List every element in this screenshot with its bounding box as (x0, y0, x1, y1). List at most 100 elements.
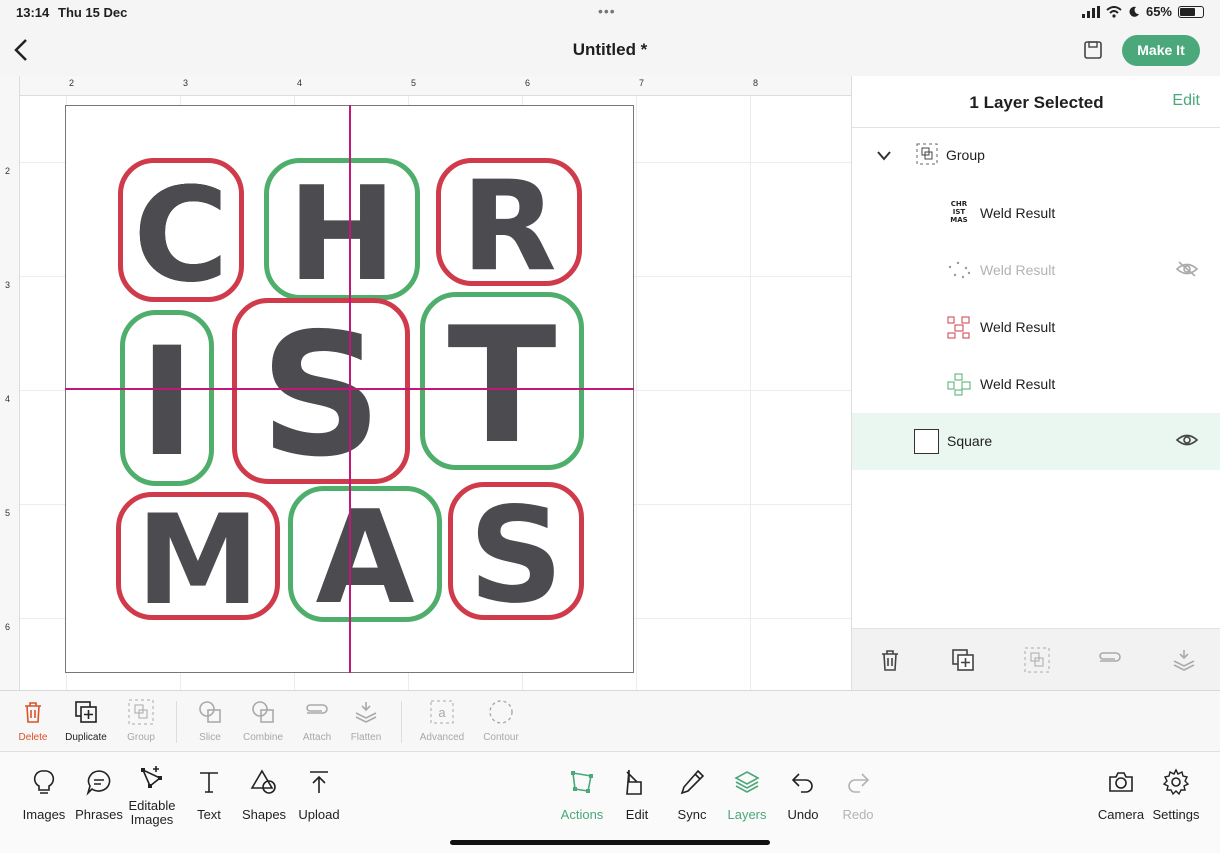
multitask-dots-icon[interactable]: ••• (598, 3, 616, 19)
layer-row-weld-1[interactable]: CHR IST MAS Weld Result (852, 185, 1220, 242)
chevron-down-icon[interactable] (876, 150, 892, 162)
redo-label: Redo (842, 807, 874, 822)
letter-t[interactable]: T (420, 292, 584, 475)
layer-label: Weld Result (980, 376, 1056, 392)
ruler-mark: 3 (183, 78, 189, 88)
layers-edit-button[interactable]: Edit (1172, 92, 1200, 110)
advanced-icon: a (430, 700, 454, 724)
contour-button[interactable]: Contour (473, 699, 529, 743)
battery-icon (1178, 5, 1204, 18)
layer-label: Group (946, 147, 985, 163)
ruler-mark: 2 (69, 78, 75, 88)
eye-visible-icon[interactable] (1175, 431, 1199, 449)
group-button[interactable]: Group (113, 699, 169, 743)
layer-row-square[interactable]: Square (852, 413, 1220, 470)
letter-s-2[interactable]: S (448, 482, 584, 625)
attach-button[interactable]: Attach (289, 699, 345, 743)
ruler-mark: 6 (525, 78, 531, 88)
contour-label: Contour (483, 732, 519, 743)
upload-button[interactable]: Upload (287, 768, 351, 822)
top-header: Untitled * Make It (0, 26, 1220, 76)
letter-r[interactable]: R (436, 158, 582, 291)
delete-label: Delete (18, 732, 48, 743)
thumb-line: CHR (950, 200, 968, 208)
delete-button[interactable]: Delete (5, 699, 61, 743)
layers-action-bar (852, 628, 1220, 690)
ruler-vertical: 2 3 4 5 6 (0, 76, 20, 690)
group-icon (128, 699, 154, 725)
signal-icon (1081, 5, 1100, 18)
attach-paperclip-icon[interactable] (1097, 647, 1123, 673)
group-icon[interactable] (1024, 647, 1050, 673)
settings-label: Settings (1152, 807, 1200, 822)
ruler-mark: 8 (753, 78, 759, 88)
letter-s[interactable]: S (232, 298, 410, 489)
editable-images-button[interactable]: Editable Images (120, 764, 184, 827)
attach-label: Attach (302, 732, 332, 743)
duplicate-icon (75, 701, 97, 723)
edit-pen-icon (626, 769, 642, 795)
editable-images-label: Editable (128, 798, 176, 813)
trash-icon[interactable] (877, 647, 903, 673)
duplicate-icon[interactable] (950, 647, 976, 673)
upload-label: Upload (298, 807, 340, 822)
eye-hidden-icon[interactable] (1175, 260, 1199, 278)
trash-icon (25, 702, 41, 723)
text-t-icon (200, 772, 218, 793)
letter-c[interactable]: C (118, 158, 244, 307)
home-indicator[interactable] (450, 840, 770, 845)
edit-toolbar: Delete Duplicate Group Slice Combine Att… (0, 690, 1220, 752)
layer-label: Square (947, 433, 993, 449)
layers-panel-header: 1 Layer Selected Edit (852, 76, 1220, 128)
slice-button[interactable]: Slice (182, 699, 238, 743)
layer-row-group[interactable]: Group (852, 128, 1220, 185)
layer-row-weld-4[interactable]: Weld Result (852, 356, 1220, 413)
shapes-icon (250, 769, 276, 794)
save-icon[interactable] (1081, 38, 1105, 62)
layers-button[interactable]: Layers (715, 768, 779, 822)
flatten-icon[interactable] (1171, 647, 1197, 673)
layer-label: Weld Result (980, 262, 1056, 278)
divider (401, 701, 402, 743)
ruler-mark: 4 (297, 78, 303, 88)
ruler-mark: 6 (5, 622, 11, 632)
ruler-mark: 5 (411, 78, 417, 88)
settings-button[interactable]: Settings (1144, 768, 1208, 822)
ruler-mark: 7 (639, 78, 645, 88)
make-it-button[interactable]: Make It (1122, 35, 1200, 66)
attach-paperclip-icon (306, 704, 328, 714)
layers-stack-icon (734, 771, 760, 793)
layers-selected-count: 1 Layer Selected (969, 93, 1104, 112)
combine-label: Combine (242, 732, 284, 743)
design-canvas[interactable]: 2 3 4 5 6 7 8 2 3 4 5 6 C H R I S T M A … (0, 76, 851, 690)
sync-pen-icon (680, 769, 705, 795)
advanced-button[interactable]: a Advanced (414, 699, 470, 743)
duplicate-button[interactable]: Duplicate (58, 699, 114, 743)
lightbulb-icon (33, 770, 55, 794)
layer-row-weld-2[interactable]: Weld Result (852, 242, 1220, 299)
dots-thumbnail-icon (948, 261, 971, 279)
flatten-button[interactable]: Flatten (338, 699, 394, 743)
flatten-label: Flatten (350, 732, 382, 743)
redo-button[interactable]: Redo (826, 768, 890, 822)
combine-button[interactable]: Combine (235, 699, 291, 743)
layers-panel: 1 Layer Selected Edit Group CHR IST MAS … (851, 76, 1220, 690)
layer-row-weld-3[interactable]: Weld Result (852, 299, 1220, 356)
group-icon (916, 143, 938, 165)
letter-a[interactable]: A (288, 486, 442, 627)
slice-label: Slice (199, 732, 221, 743)
letter-m[interactable]: M (116, 492, 280, 625)
letter-i[interactable]: I (120, 310, 214, 490)
slice-icon (199, 701, 221, 723)
thumb-line: IST (952, 208, 966, 216)
battery-percent: 65% (1145, 4, 1172, 19)
divider (176, 701, 177, 743)
editable-images-label-2: Images (130, 812, 174, 827)
camera-icon (1109, 772, 1133, 792)
ruler-mark: 4 (5, 394, 11, 404)
wifi-icon (1106, 5, 1122, 18)
letter-h[interactable]: H (264, 158, 420, 305)
ruler-mark: 2 (5, 166, 11, 176)
ruler-horizontal: 2 3 4 5 6 7 8 (0, 76, 851, 96)
status-date: Thu 15 Dec (58, 5, 128, 20)
